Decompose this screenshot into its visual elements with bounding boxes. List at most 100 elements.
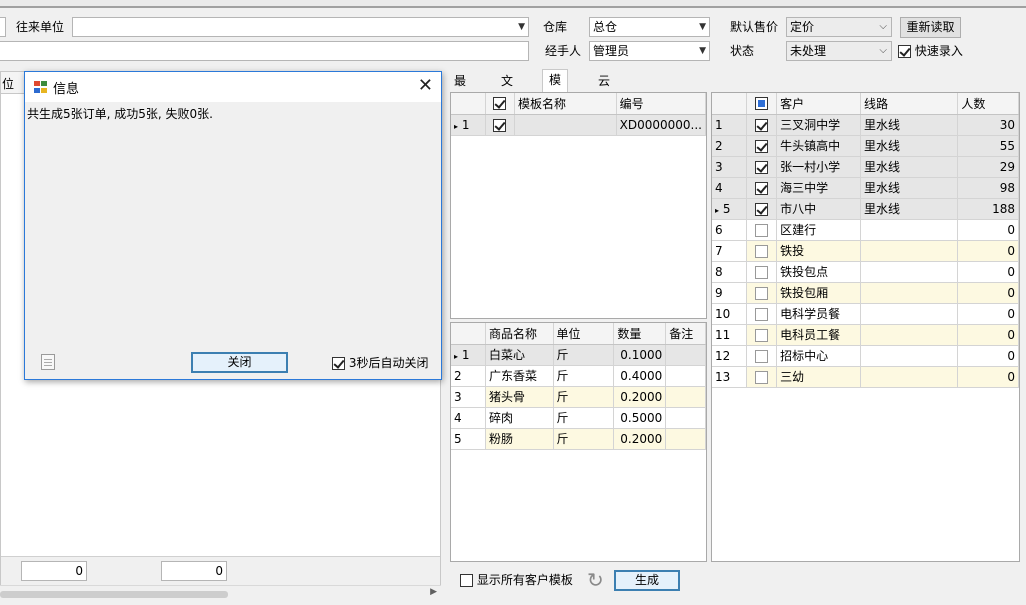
- tab-cloud-orders[interactable]: 云订单: [592, 71, 616, 130]
- unit-cell[interactable]: 斤: [553, 386, 615, 408]
- table-row[interactable]: 3 张一村小学 里水线 29: [712, 156, 1019, 178]
- route-cell[interactable]: [860, 303, 959, 325]
- customer-name-cell[interactable]: 区建行: [776, 219, 861, 241]
- table-row[interactable]: 6 区建行 0: [712, 219, 1019, 241]
- product-name-cell[interactable]: 碎肉: [485, 407, 554, 429]
- row-checkbox[interactable]: [755, 265, 769, 279]
- headcount-cell[interactable]: 0: [957, 219, 1019, 241]
- table-row[interactable]: ▸ 1 白菜心 斤 0.1000: [451, 344, 706, 366]
- table-row[interactable]: 3 猪头骨 斤 0.2000: [451, 386, 706, 408]
- dialog-close-button[interactable]: 关闭: [191, 352, 288, 373]
- row-check-cell[interactable]: [746, 219, 778, 241]
- table-row[interactable]: 9 铁投包厢 0: [712, 282, 1019, 304]
- route-cell[interactable]: 里水线: [860, 114, 959, 136]
- row-checkbox[interactable]: [755, 160, 769, 174]
- auto-close-toggle[interactable]: 3秒后自动关闭: [332, 354, 428, 372]
- row-checkbox[interactable]: [755, 349, 769, 363]
- headcount-cell[interactable]: 0: [957, 324, 1019, 346]
- route-cell[interactable]: 里水线: [860, 156, 959, 178]
- column-header[interactable]: 客户: [776, 93, 861, 115]
- unit-cell[interactable]: 斤: [553, 344, 615, 366]
- auto-close-checkbox[interactable]: [332, 357, 345, 370]
- customer-name-cell[interactable]: 三叉洞中学: [776, 114, 861, 136]
- table-row[interactable]: 13 三幼 0: [712, 366, 1019, 388]
- route-cell[interactable]: [860, 366, 959, 388]
- note-cell[interactable]: [665, 365, 706, 387]
- left-cut-field[interactable]: [0, 17, 6, 37]
- headcount-cell[interactable]: 30: [957, 114, 1019, 136]
- generate-button[interactable]: 生成: [614, 570, 680, 591]
- row-checkbox[interactable]: [755, 118, 769, 132]
- row-check-cell[interactable]: [746, 282, 778, 304]
- row-check-cell[interactable]: [746, 240, 778, 262]
- table-row[interactable]: 2 牛头镇高中 里水线 55: [712, 135, 1019, 157]
- qty-cell[interactable]: 0.2000: [613, 428, 667, 450]
- unit-cell[interactable]: 斤: [553, 365, 615, 387]
- warehouse-combo[interactable]: 总仓 ▼: [589, 17, 710, 37]
- product-name-cell[interactable]: 广东香菜: [485, 365, 554, 387]
- table-row[interactable]: 4 碎肉 斤 0.5000: [451, 407, 706, 429]
- customer-name-cell[interactable]: 三幼: [776, 366, 861, 388]
- chevron-down-icon[interactable]: ⌵: [879, 42, 887, 60]
- table-row[interactable]: 11 电科员工餐 0: [712, 324, 1019, 346]
- row-checkbox[interactable]: [755, 244, 769, 258]
- template-name-cell[interactable]: [514, 114, 617, 136]
- column-header[interactable]: 商品名称: [485, 323, 554, 345]
- status-select[interactable]: 未处理 ⌵: [786, 41, 892, 61]
- select-all-checkbox[interactable]: [755, 97, 769, 111]
- row-checkbox[interactable]: [755, 286, 769, 300]
- row-checkbox[interactable]: [755, 223, 769, 237]
- select-all-cell[interactable]: [485, 93, 516, 115]
- chevron-down-icon[interactable]: ⌵: [879, 18, 887, 36]
- row-check-cell[interactable]: [746, 324, 778, 346]
- reload-button[interactable]: 重新读取: [900, 17, 961, 38]
- customer-name-cell[interactable]: 张一村小学: [776, 156, 861, 178]
- quick-entry-toggle[interactable]: 快速录入: [898, 42, 963, 60]
- customer-name-cell[interactable]: 招标中心: [776, 345, 861, 367]
- table-row[interactable]: 2 广东香菜 斤 0.4000: [451, 365, 706, 387]
- customer-name-cell[interactable]: 铁投包点: [776, 261, 861, 283]
- memo-field[interactable]: [0, 41, 529, 61]
- row-check-cell[interactable]: [746, 366, 778, 388]
- show-all-checkbox[interactable]: [460, 574, 473, 587]
- default-price-select[interactable]: 定价 ⌵: [786, 17, 892, 37]
- quick-entry-checkbox[interactable]: [898, 45, 911, 58]
- dropdown-arrow-icon[interactable]: ▼: [699, 42, 706, 60]
- note-cell[interactable]: [665, 344, 706, 366]
- scroll-right-icon[interactable]: ▶: [430, 587, 437, 597]
- product-name-cell[interactable]: 白菜心: [485, 344, 554, 366]
- qty-cell[interactable]: 0.2000: [613, 386, 667, 408]
- row-check-cell[interactable]: [485, 114, 516, 136]
- scrollbar-thumb[interactable]: [0, 591, 228, 598]
- row-checkbox[interactable]: [755, 202, 769, 216]
- qty-cell[interactable]: 0.1000: [613, 344, 667, 366]
- headcount-cell[interactable]: 29: [957, 156, 1019, 178]
- route-cell[interactable]: [860, 324, 959, 346]
- dropdown-arrow-icon[interactable]: ▼: [518, 18, 525, 36]
- row-checkbox[interactable]: [755, 139, 769, 153]
- route-cell[interactable]: 里水线: [860, 198, 959, 220]
- row-check-cell[interactable]: [746, 135, 778, 157]
- headcount-cell[interactable]: 0: [957, 366, 1019, 388]
- route-cell[interactable]: [860, 219, 959, 241]
- route-cell[interactable]: [860, 240, 959, 262]
- table-row[interactable]: 5 粉肠 斤 0.2000: [451, 428, 706, 450]
- row-check-cell[interactable]: [746, 345, 778, 367]
- note-cell[interactable]: [665, 428, 706, 450]
- tab-files[interactable]: 文件: [495, 71, 519, 109]
- column-header[interactable]: 模板名称: [514, 93, 617, 115]
- headcount-cell[interactable]: 0: [957, 261, 1019, 283]
- dialog-titlebar[interactable]: 信息 ✕: [25, 72, 441, 102]
- tab-recent[interactable]: 最近: [448, 71, 472, 109]
- handler-combo[interactable]: 管理员 ▼: [589, 41, 710, 61]
- refresh-icon[interactable]: ↻: [587, 570, 604, 590]
- customer-name-cell[interactable]: 电科学员餐: [776, 303, 861, 325]
- table-row[interactable]: ▸ 5 市八中 里水线 188: [712, 198, 1019, 220]
- customer-name-cell[interactable]: 铁投: [776, 240, 861, 262]
- headcount-cell[interactable]: 98: [957, 177, 1019, 199]
- row-check-cell[interactable]: [746, 303, 778, 325]
- column-header[interactable]: 数量: [613, 323, 667, 345]
- product-name-cell[interactable]: 粉肠: [485, 428, 554, 450]
- column-header[interactable]: 编号: [616, 93, 706, 115]
- row-checkbox[interactable]: [755, 307, 769, 321]
